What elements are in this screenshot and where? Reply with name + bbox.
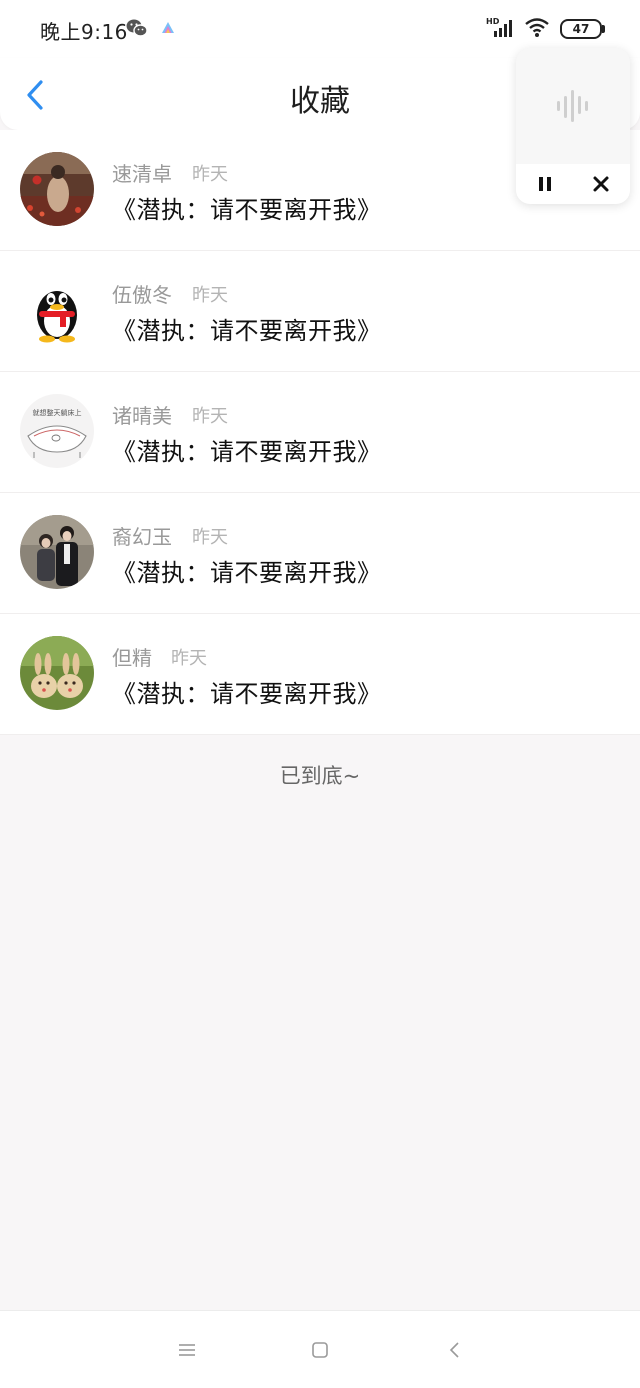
voice-widget-controls: [516, 164, 630, 204]
nav-home-button[interactable]: [302, 1335, 338, 1365]
pause-icon: [539, 177, 551, 191]
list-item[interactable]: 但精 昨天 《潜执：请不要离开我》: [0, 614, 640, 735]
item-time: 昨天: [192, 285, 228, 306]
avatar-sketch-bed[interactable]: 就想整天躺床上: [20, 394, 94, 468]
item-title[interactable]: 《潜执：请不要离开我》: [112, 432, 382, 467]
item-title[interactable]: 《潜执：请不要离开我》: [112, 674, 382, 709]
wifi-icon: [524, 16, 550, 42]
item-author: 诸晴美: [112, 404, 172, 428]
avatar-bunny-toys[interactable]: [20, 636, 94, 710]
item-author: 伍傲冬: [112, 283, 172, 307]
avatar-girl-in-field[interactable]: [20, 152, 94, 226]
voice-widget-top[interactable]: [516, 48, 630, 164]
wechat-icon: [126, 18, 148, 42]
item-author: 裔幻玉: [112, 525, 172, 549]
item-time: 昨天: [192, 406, 228, 427]
item-title[interactable]: 《潜执：请不要离开我》: [112, 190, 382, 225]
avatar-qq-penguin[interactable]: [20, 273, 94, 347]
menu-icon: [179, 1344, 195, 1356]
item-author: 速清卓: [112, 162, 172, 186]
end-of-list-text: 已到底~: [279, 764, 361, 788]
nav-back-button[interactable]: [436, 1335, 472, 1365]
list-item[interactable]: 伍傲冬 昨天 《潜执：请不要离开我》: [0, 251, 640, 372]
system-nav-bar: [0, 1310, 640, 1388]
item-time: 昨天: [171, 648, 207, 669]
item-time: 昨天: [192, 527, 228, 548]
item-title[interactable]: 《潜执：请不要离开我》: [112, 311, 382, 346]
home-square-icon: [312, 1342, 328, 1358]
close-button[interactable]: [586, 169, 616, 199]
app-triangle-icon: [160, 20, 176, 40]
item-time: 昨天: [192, 164, 228, 185]
signal-icon: HD: [486, 16, 514, 42]
item-author: 但精: [112, 646, 152, 670]
voice-reading-widget[interactable]: [516, 48, 630, 204]
voice-wave-icon: [557, 90, 588, 122]
signal-hd-label: HD: [486, 17, 500, 26]
status-right-icons: HD 47: [486, 16, 605, 42]
item-title[interactable]: 《潜执：请不要离开我》: [112, 553, 382, 588]
status-notification-icons: [126, 18, 176, 42]
close-icon: [593, 176, 609, 192]
back-triangle-icon: [449, 1342, 459, 1358]
pause-button[interactable]: [530, 169, 560, 199]
list-item[interactable]: 就想整天躺床上 诸晴美 昨天 《潜执：请不要离开我》: [0, 372, 640, 493]
battery-indicator: 47: [560, 19, 605, 39]
status-time: 晚上9:16: [40, 20, 128, 44]
favorites-list: 速清卓 昨天 《潜执：请不要离开我》 伍傲冬 昨天 《潜执：请不要离开我》 就想…: [0, 130, 640, 735]
list-item[interactable]: 裔幻玉 昨天 《潜执：请不要离开我》: [0, 493, 640, 614]
nav-menu-button[interactable]: [169, 1335, 205, 1365]
avatar-couple-photo[interactable]: [20, 515, 94, 589]
